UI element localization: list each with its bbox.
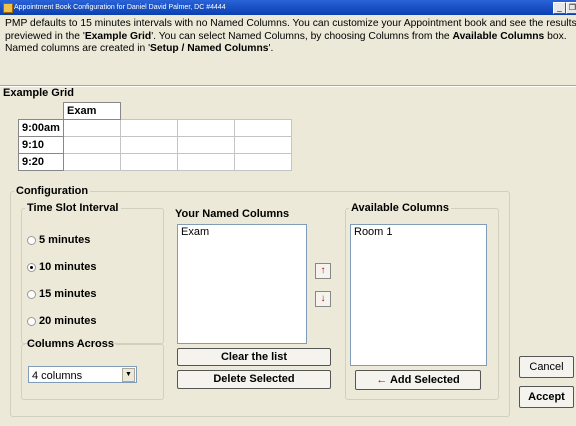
grid-cell — [177, 119, 235, 137]
arrow-up-icon: ↑ — [320, 265, 326, 276]
arrow-left-icon: ← — [376, 374, 388, 386]
arrow-down-icon: ↓ — [320, 293, 326, 304]
grid-row-header: 9:10 — [18, 136, 64, 154]
radio-label: 20 minutes — [39, 315, 97, 327]
intro-bold-available-columns: Available Columns — [452, 30, 545, 42]
example-grid: Exam 9:00am 9:10 9:20 — [18, 102, 292, 171]
list-item[interactable]: Room 1 — [351, 225, 486, 239]
grid-cell — [63, 136, 121, 154]
radio-label: 5 minutes — [39, 234, 91, 246]
named-columns-list[interactable]: Exam — [177, 224, 307, 344]
columns-across-value: 4 columns — [32, 370, 83, 382]
example-grid-title: Example Grid — [3, 87, 74, 99]
radio-15-minutes[interactable]: 15 minutes — [27, 288, 96, 300]
divider — [0, 85, 576, 87]
radio-10-minutes[interactable]: 10 minutes — [27, 261, 96, 273]
radio-5-minutes[interactable]: 5 minutes — [27, 234, 90, 246]
window-title: Appointment Book Configuration for Danie… — [14, 4, 226, 11]
grid-cell — [234, 119, 292, 137]
radio-selected-icon — [27, 262, 36, 272]
accept-button[interactable]: Accept — [519, 386, 574, 408]
grid-cell — [120, 153, 178, 171]
radio-label: 10 minutes — [39, 261, 97, 273]
grid-cell — [120, 136, 178, 154]
grid-cell — [177, 153, 235, 171]
grid-cell — [234, 153, 292, 171]
grid-cell — [234, 136, 292, 154]
add-selected-button[interactable]: ← Add Selected — [355, 370, 481, 390]
named-columns-title: Your Named Columns — [175, 208, 290, 220]
list-item[interactable]: Exam — [178, 225, 306, 239]
add-selected-label: Add Selected — [389, 374, 460, 386]
radio-circle-icon — [27, 289, 36, 299]
columns-across-title: Columns Across — [27, 338, 115, 350]
configuration-title: Configuration — [16, 185, 89, 197]
intro-part-2: '. You can select Named Columns, by choo… — [151, 30, 453, 42]
radio-circle-icon — [27, 316, 36, 326]
delete-selected-button[interactable]: Delete Selected — [177, 370, 331, 389]
time-slot-title: Time Slot Interval — [27, 202, 119, 214]
columns-across-select[interactable]: 4 columns ▼ — [28, 366, 137, 383]
radio-20-minutes[interactable]: 20 minutes — [27, 315, 96, 327]
radio-circle-icon — [27, 235, 36, 245]
grid-cell — [177, 136, 235, 154]
grid-cell — [63, 153, 121, 171]
radio-label: 15 minutes — [39, 288, 97, 300]
time-slot-group: Time Slot Interval 5 minutes 10 minutes … — [21, 202, 164, 344]
available-columns-list[interactable]: Room 1 — [350, 224, 487, 366]
grid-column-header: Exam — [63, 102, 121, 120]
cancel-button[interactable]: Cancel — [519, 356, 574, 378]
chevron-down-icon[interactable]: ▼ — [122, 368, 135, 382]
restore-button[interactable]: ❐ — [566, 2, 576, 14]
intro-text: PMP defaults to 15 minutes intervals wit… — [5, 18, 576, 56]
grid-cell — [120, 119, 178, 137]
move-down-button[interactable]: ↓ — [315, 291, 331, 307]
minimize-button[interactable]: _ — [553, 2, 566, 14]
title-bar: Appointment Book Configuration for Danie… — [0, 0, 576, 15]
clear-list-button[interactable]: Clear the list — [177, 348, 331, 366]
intro-bold-example-grid: Example Grid — [84, 30, 152, 42]
grid-row-header: 9:00am — [18, 119, 64, 137]
grid-row-header: 9:20 — [18, 153, 64, 171]
move-up-button[interactable]: ↑ — [315, 263, 331, 279]
intro-part-4: '. — [268, 43, 274, 54]
app-icon — [3, 3, 13, 13]
grid-cell — [63, 119, 121, 137]
available-columns-title: Available Columns — [351, 202, 450, 214]
intro-bold-setup-named-columns: Setup / Named Columns — [150, 43, 269, 54]
